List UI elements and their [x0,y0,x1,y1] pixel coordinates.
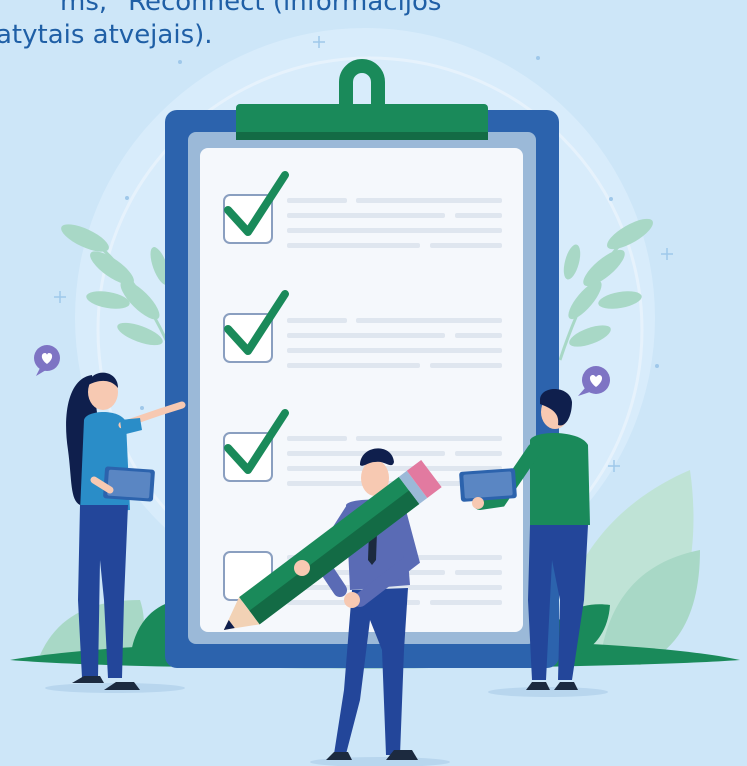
illustration [10,28,740,766]
heart-bubble-icon [34,345,60,376]
